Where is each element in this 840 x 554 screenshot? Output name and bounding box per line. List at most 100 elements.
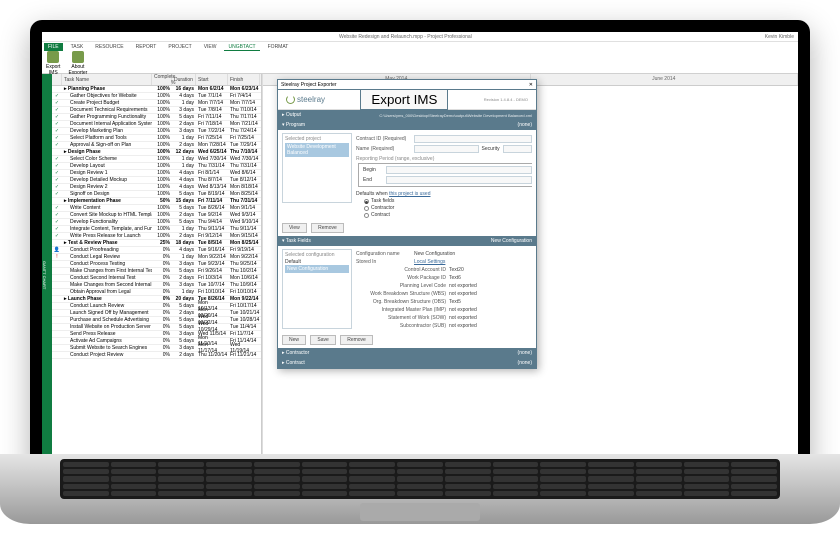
task-name-cell[interactable]: Conduct Legal Review [62,254,152,260]
task-name-cell[interactable]: Conduct Project Review [62,352,152,358]
list-item[interactable]: New Configuration [285,265,349,273]
tab-task[interactable]: TASK [67,44,88,50]
table-row[interactable]: ✓Approval & Sign-off on Plan100%2 daysMo… [52,142,261,149]
table-row[interactable]: 👤Conduct Proofreading0%4 daysTue 9/16/14… [52,247,261,254]
table-row[interactable]: Send Press Release0%3 daysWed 11/5/14Fri… [52,331,261,338]
task-name-cell[interactable]: ▸ Test & Review Phase [62,240,152,246]
complete-cell[interactable]: 0% [152,247,172,253]
export-ims-button[interactable]: Export IMS [360,89,448,110]
start-cell[interactable]: Tue 9/2/14 [196,212,228,218]
complete-cell[interactable]: 100% [152,107,172,113]
finish-cell[interactable]: Mon 7/21/14 [228,121,260,127]
duration-cell[interactable]: 5 days [172,205,196,211]
task-name-cell[interactable]: Purchase and Schedule Advertising [62,317,152,323]
finish-cell[interactable]: Tue 10/21/14 [228,310,260,316]
complete-cell[interactable]: 100% [152,93,172,99]
save-button[interactable]: Save [310,335,335,345]
radio-contract[interactable] [364,213,369,218]
complete-cell[interactable]: 100% [152,205,172,211]
task-name-cell[interactable]: Conduct Process Testing [62,261,152,267]
table-row[interactable]: Conduct Launch Review0%5 daysMon 10/13/1… [52,303,261,310]
table-row[interactable]: ✓Develop Detailed Mockup100%4 daysThu 8/… [52,177,261,184]
close-icon[interactable]: ✕ [529,82,533,88]
start-cell[interactable]: Mon 7/28/14 [196,142,228,148]
complete-cell[interactable]: 0% [152,352,172,358]
start-cell[interactable]: Mon 6/2/14 [196,86,228,92]
complete-cell[interactable]: 100% [152,184,172,190]
remove-button[interactable]: Remove [340,335,373,345]
task-name-cell[interactable]: ▸ Implementation Phase [62,198,152,204]
field-value[interactable]: Text6 [449,275,532,281]
start-cell[interactable]: Mon 7/7/14 [196,100,228,106]
table-row[interactable]: ✓Write Press Release for Launch100%2 day… [52,233,261,240]
table-row[interactable]: ✓Signoff on Design100%5 daysTue 8/19/14M… [52,191,261,198]
table-row[interactable]: !Conduct Legal Review0%1 dayMon 9/22/14M… [52,254,261,261]
complete-cell[interactable]: 100% [152,114,172,120]
finish-cell[interactable]: Thu 9/25/14 [228,261,260,267]
duration-cell[interactable]: 2 days [172,310,196,316]
start-cell[interactable]: Tue 10/7/14 [196,282,228,288]
finish-cell[interactable]: Mon 8/25/14 [228,240,260,246]
task-name-cell[interactable]: Develop Layout [62,163,152,169]
section-output[interactable]: ▸ Output C:\Users\yms_000\Desktop\Steelr… [278,110,536,120]
complete-cell[interactable]: 100% [152,100,172,106]
this-project-link[interactable]: this project is used [389,191,430,197]
finish-cell[interactable]: Thu 10/2/14 [228,268,260,274]
complete-cell[interactable]: 100% [152,163,172,169]
table-row[interactable]: Conduct Project Review0%2 daysThu 11/20/… [52,352,261,359]
task-name-cell[interactable]: Document Technical Requirements [62,107,152,113]
table-row[interactable]: ✓Integrate Content, Template, and Func10… [52,226,261,233]
finish-cell[interactable]: Thu 7/31/14 [228,198,260,204]
task-name-cell[interactable]: Design Review 1 [62,170,152,176]
field-value[interactable]: Text5 [449,299,532,305]
start-cell[interactable]: Thu 9/4/14 [196,219,228,225]
task-name-cell[interactable]: Create Project Budget [62,100,152,106]
start-cell[interactable]: Tue 9/23/14 [196,261,228,267]
task-name-cell[interactable]: Gather Objectives for Website [62,93,152,99]
finish-cell[interactable]: Mon 9/22/14 [228,254,260,260]
task-name-cell[interactable]: Conduct Second Internal Test [62,275,152,281]
field-value[interactable]: not exported [449,291,532,297]
start-cell[interactable]: Tue 8/19/14 [196,191,228,197]
table-row[interactable]: Conduct Process Testing0%3 daysTue 9/23/… [52,261,261,268]
duration-cell[interactable]: 16 days [172,86,196,92]
start-cell[interactable]: Tue 9/16/14 [196,247,228,253]
tab-report[interactable]: REPORT [132,44,161,50]
start-cell[interactable]: Thu 9/11/14 [196,226,228,232]
task-name-cell[interactable]: Integrate Content, Template, and Func [62,226,152,232]
begin-date-field[interactable] [386,166,532,174]
duration-cell[interactable]: 5 days [172,219,196,225]
task-name-cell[interactable]: Document Internal Application Systems [62,121,152,127]
table-row[interactable]: ✓Gather Objectives for Website100%4 days… [52,93,261,100]
finish-cell[interactable]: Tue 10/28/14 [228,317,260,323]
task-name-cell[interactable]: Signoff on Design [62,191,152,197]
table-row[interactable]: Make Changes from First Internal Test0%5… [52,268,261,275]
table-row[interactable]: ✓Gather Programming Functionality100%5 d… [52,114,261,121]
task-name-cell[interactable]: ▸ Planning Phase [62,86,152,92]
about-exporter-button[interactable]: About Exporter [68,51,87,76]
start-cell[interactable]: Thu 8/7/14 [196,177,228,183]
tab-project[interactable]: PROJECT [164,44,195,50]
field-value[interactable]: not exported [449,315,532,321]
duration-cell[interactable]: 3 days [172,282,196,288]
task-name-cell[interactable]: Design Review 2 [62,184,152,190]
section-contractor[interactable]: ▸ Contractor (none) [278,348,536,358]
task-name-cell[interactable]: Conduct Proofreading [62,247,152,253]
table-row[interactable]: ✓Write Content100%5 daysTue 8/26/14Mon 9… [52,205,261,212]
complete-cell[interactable]: 0% [152,268,172,274]
radio-contractor[interactable] [364,206,369,211]
duration-cell[interactable]: 20 days [172,296,196,302]
start-cell[interactable]: Fri 7/11/14 [196,114,228,120]
complete-cell[interactable]: 100% [152,135,172,141]
task-name-cell[interactable]: Install Website on Production Server [62,324,152,330]
finish-cell[interactable]: Mon 6/23/14 [228,86,260,92]
section-program[interactable]: ▾ Program (none) [278,120,536,130]
finish-cell[interactable]: Fri 7/4/14 [228,93,260,99]
finish-cell[interactable]: Mon 7/7/14 [228,100,260,106]
start-cell[interactable]: Thu 11/20/14 [196,352,228,358]
section-task-fields[interactable]: ▾ Task Fields New Configuration [278,236,536,246]
complete-cell[interactable]: 0% [152,296,172,302]
complete-cell[interactable]: 100% [152,142,172,148]
task-name-cell[interactable]: Write Content [62,205,152,211]
end-date-field[interactable] [386,176,532,184]
